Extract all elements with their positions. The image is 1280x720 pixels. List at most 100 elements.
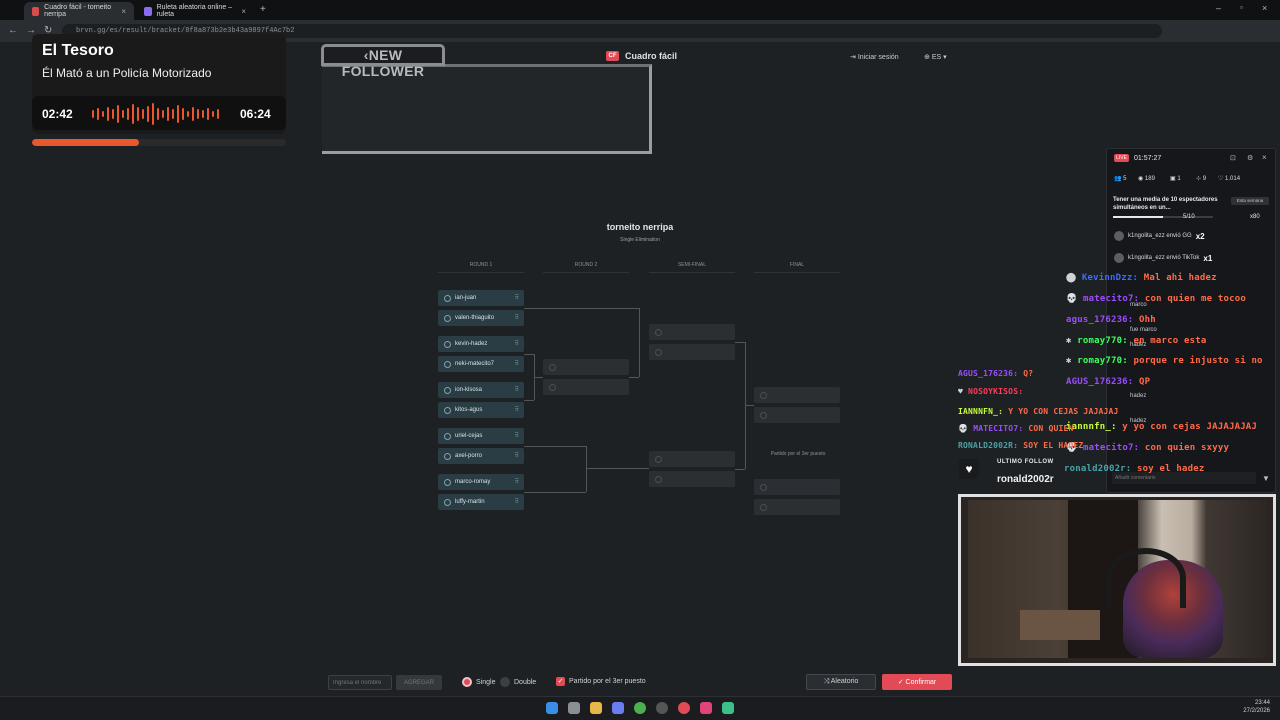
file-explorer-icon[interactable] (590, 702, 602, 714)
drag-handle-icon[interactable]: ⠿ (515, 294, 519, 301)
bracket-connector (745, 405, 754, 406)
tab-ruleta[interactable]: Ruleta aleatoria online – ruleta × (136, 2, 254, 20)
bracket-slot-empty[interactable] (649, 471, 735, 487)
media-app-icon[interactable] (678, 702, 690, 714)
chat-user: IANNNFN_: (958, 407, 1004, 416)
settings-icon[interactable]: ⚙ (1247, 154, 1253, 162)
live-uptime: 01:57:27 (1134, 155, 1162, 162)
bracket-slot-empty[interactable] (543, 359, 629, 375)
bracket-slot[interactable]: neki-matecito7 ⠿ (438, 356, 524, 372)
bracket-slot-empty[interactable] (754, 407, 840, 423)
chat-user: NOSOYKISOS: (968, 387, 1024, 396)
waveform-bar (152, 103, 154, 125)
bracket-slot-empty[interactable] (754, 499, 840, 515)
bracket-slot-empty[interactable] (649, 344, 735, 360)
login-label: Iniciar sesión (857, 54, 899, 61)
bracket-slot[interactable]: marco-romay ⠿ (438, 474, 524, 490)
close-tab-icon[interactable]: × (121, 7, 126, 16)
chat-user-icon: ✱ (1066, 356, 1078, 366)
streaming-app-icon[interactable] (722, 702, 734, 714)
checkbox-label: Partido por el 3er puesto (569, 678, 646, 685)
confirm-button[interactable]: ✓ Confirmar (882, 674, 952, 690)
chrome-icon[interactable] (634, 702, 646, 714)
player-icon (655, 475, 662, 483)
chat-line: AGUS_176236: Q? (958, 369, 1033, 378)
drag-handle-icon[interactable]: ⠿ (515, 432, 519, 439)
bracket-slot[interactable]: ian-juan ⠿ (438, 290, 524, 306)
tab-cuadro-facil[interactable]: Cuadro fácil - torneito nerripa × (24, 2, 134, 20)
player-name-input[interactable] (328, 675, 392, 690)
chat-message: con quien sxyyy (1144, 443, 1230, 453)
close-panel-icon[interactable]: × (1262, 153, 1267, 162)
random-button[interactable]: ⤨ Aleatorio (806, 674, 876, 690)
bracket-slot[interactable]: valen-thiaguito ⠿ (438, 310, 524, 326)
stat-value: 9 (1202, 176, 1207, 182)
drag-handle-icon[interactable]: ⠿ (515, 498, 519, 505)
stat-likes: ♡ 1.014 (1218, 176, 1241, 182)
single-elimination-radio[interactable]: Single (462, 677, 495, 687)
waveform-bar (187, 111, 189, 117)
windows-start-icon[interactable] (546, 702, 558, 714)
minimize-icon[interactable]: – (1216, 3, 1221, 13)
bracket-connector (629, 377, 639, 378)
close-window-icon[interactable]: × (1262, 3, 1267, 13)
drag-handle-icon[interactable]: ⠿ (515, 314, 519, 321)
obs-icon[interactable] (656, 702, 668, 714)
maximize-icon[interactable]: ▫ (1240, 3, 1243, 12)
round-header-final: FINAL (754, 262, 840, 273)
bracket-slot-empty[interactable] (649, 324, 735, 340)
stat-followers: ⊹ 9 (1196, 176, 1207, 182)
chat-message: Q? (1023, 369, 1034, 378)
add-button[interactable]: AGREGAR (396, 675, 442, 690)
double-elimination-radio[interactable]: Double (500, 677, 536, 687)
gift-text: k1ngolita_ezz envió TikTok (1128, 255, 1200, 261)
bracket-slot-empty[interactable] (754, 387, 840, 403)
chat-line: 💀 matecito7: con quien me tocoo (1066, 294, 1246, 304)
discord-icon[interactable] (612, 702, 624, 714)
new-tab-icon[interactable]: + (260, 4, 266, 15)
lock-icon[interactable]: ⊡ (1230, 154, 1236, 162)
round-header-semifinal: SEMI-FINAL (649, 262, 735, 273)
tournament-title: torneito nerripa (606, 222, 674, 232)
chat-line: iannnfn_: y yo con cejas JAJAJAJAJ (1066, 422, 1257, 432)
radio-selected-icon (462, 677, 472, 687)
drag-handle-icon[interactable]: ⠿ (515, 406, 519, 413)
check-icon: ✓ (897, 679, 906, 686)
language-select[interactable]: ⊕ ES ▾ (924, 53, 947, 61)
chat-message: CON QUIEN (1028, 424, 1074, 433)
login-link[interactable]: ⇥ Iniciar sesión (850, 53, 899, 61)
player-name: neki-matecito7 (455, 361, 495, 367)
bracket-slot[interactable]: luffy-martin ⠿ (438, 494, 524, 510)
third-place-checkbox[interactable]: ✓ Partido por el 3er puesto (556, 677, 646, 686)
bracket-slot-empty[interactable] (649, 451, 735, 467)
system-clock[interactable]: 23:44 27/2/2026 (1243, 699, 1270, 715)
drag-handle-icon[interactable]: ⠿ (515, 340, 519, 347)
bracket-connector (735, 342, 745, 343)
bracket-slot[interactable]: uriel-cejas ⠿ (438, 428, 524, 444)
bracket-slot[interactable]: axel-porro ⠿ (438, 448, 524, 464)
bracket-slot[interactable]: kevin-hadez ⠿ (438, 336, 524, 352)
bracket-slot-empty[interactable] (543, 379, 629, 395)
chat-user: romay770: (1077, 356, 1128, 366)
drag-handle-icon[interactable]: ⠿ (515, 386, 519, 393)
waveform-bar (197, 109, 199, 119)
chat-line: agus_176236: Ohh (1066, 315, 1156, 325)
third-place-label: Partido por el 3er puesto (770, 451, 826, 457)
drag-handle-icon[interactable]: ⠿ (515, 478, 519, 485)
bracket-slot[interactable]: ion-kisosa ⠿ (438, 382, 524, 398)
heart-icon: ♥ (959, 459, 979, 479)
drag-handle-icon[interactable]: ⠿ (515, 452, 519, 459)
chat-line: RONALD2002R: SOY EL HADEZ (958, 441, 1083, 450)
filter-icon[interactable]: ▼ (1262, 474, 1270, 483)
task-view-icon[interactable] (568, 702, 580, 714)
waveform-bar (112, 109, 114, 119)
chat-line: 💀 MATECITO7: CON QUIEN (958, 424, 1074, 433)
close-tab-icon[interactable]: × (241, 7, 246, 16)
drag-handle-icon[interactable]: ⠿ (515, 360, 519, 367)
bracket-slot[interactable]: kitos-agus ⠿ (438, 402, 524, 418)
bracket-slot-empty[interactable] (754, 479, 840, 495)
tiktok-live-icon[interactable] (700, 702, 712, 714)
chat-message: porque re injusto si no (1133, 356, 1263, 366)
back-icon[interactable]: ← (8, 25, 18, 36)
app-logo[interactable]: CF Cuadro fácil (606, 51, 677, 61)
